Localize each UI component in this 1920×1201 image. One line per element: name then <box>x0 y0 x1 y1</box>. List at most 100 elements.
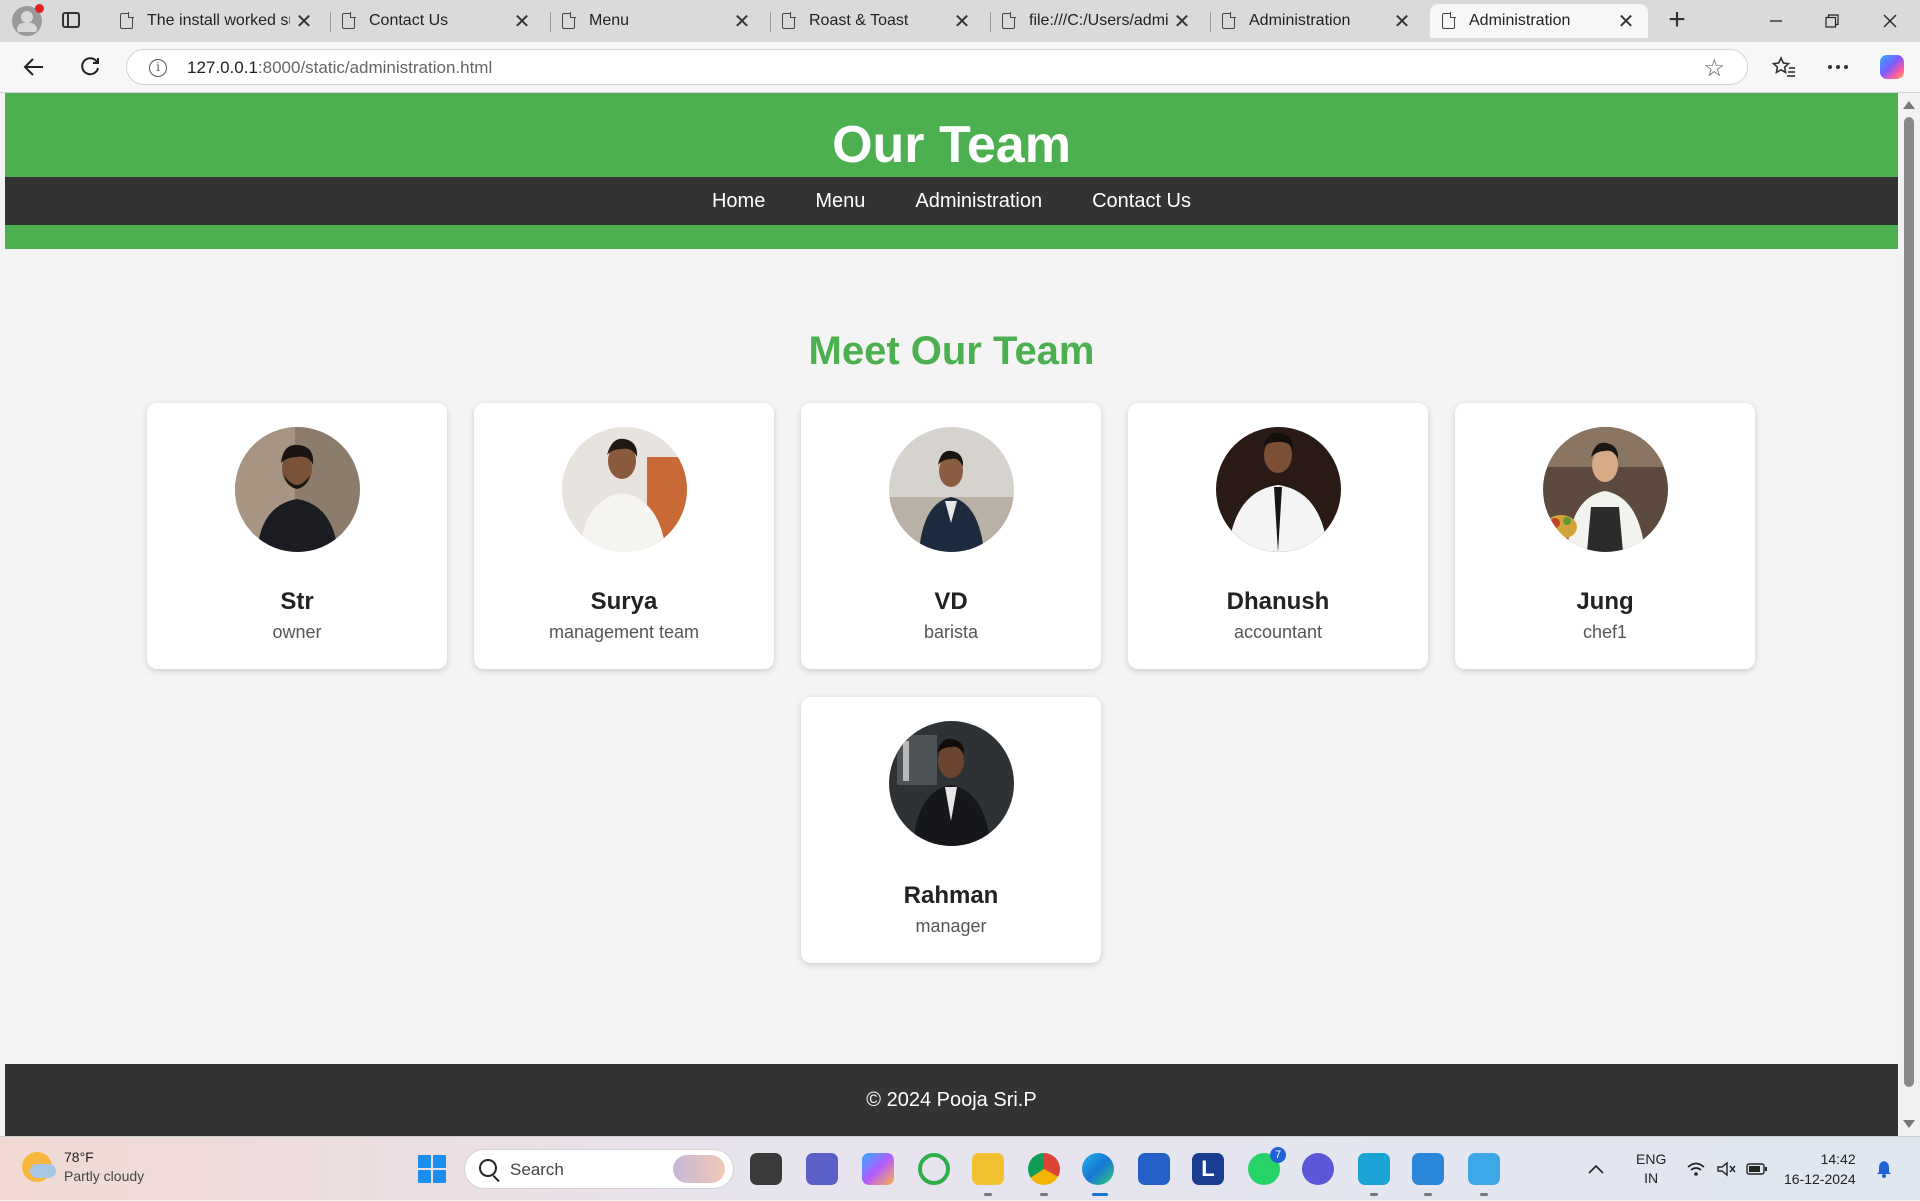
tab-title: file:///C:/Users/admin <box>1029 12 1168 29</box>
url-text[interactable]: 127.0.0.1:8000/static/administration.htm… <box>187 58 492 78</box>
team-member-photo <box>562 427 687 552</box>
show-hidden-icons-chevron-icon[interactable] <box>1588 1137 1604 1201</box>
partly-cloudy-icon <box>22 1151 56 1182</box>
page-viewport: Our Team Home Menu Administration Contac… <box>5 93 1898 1136</box>
more-menu-button[interactable] <box>1816 42 1860 92</box>
page-scrollbar[interactable] <box>1898 93 1920 1136</box>
language-indicator[interactable]: ENG IN <box>1636 1137 1666 1201</box>
running-indicator <box>1040 1193 1048 1196</box>
nav-link-contact[interactable]: Contact Us <box>1092 190 1191 213</box>
close-window-button[interactable] <box>1862 0 1918 42</box>
file-blocked-icon <box>1002 12 1016 29</box>
weather-desc: Partly cloudy <box>64 1168 145 1184</box>
nav-link-menu[interactable]: Menu <box>815 190 865 213</box>
whatsapp-badge: 7 <box>1270 1147 1286 1163</box>
page-icon <box>562 12 576 29</box>
windows-taskbar: 78°F Partly cloudy Search L 7 ENG IN 14:… <box>0 1136 1920 1200</box>
close-tab-icon[interactable]: ✕ <box>508 9 536 34</box>
start-windows-icon[interactable] <box>418 1155 446 1183</box>
store-icon[interactable] <box>1138 1153 1170 1185</box>
volume-muted-icon[interactable] <box>1716 1137 1736 1201</box>
browser-tab[interactable]: Contact Us ✕ <box>330 4 544 38</box>
clock[interactable]: 14:42 16-12-2024 <box>1784 1137 1856 1201</box>
edge-icon[interactable] <box>1082 1153 1114 1185</box>
nav-link-home[interactable]: Home <box>712 190 765 213</box>
page-icon <box>120 12 134 29</box>
copilot-button[interactable] <box>1870 42 1914 92</box>
browser-tab[interactable]: Menu ✕ <box>550 4 764 38</box>
battery-icon[interactable] <box>1746 1137 1768 1201</box>
new-tab-button[interactable]: + <box>1662 4 1692 38</box>
weather-temp: 78°F <box>64 1149 94 1165</box>
browser-tab-strip: The install worked successfully! ✕ Conta… <box>0 0 1920 42</box>
whatsapp-icon[interactable]: 7 <box>1248 1147 1286 1185</box>
restore-button[interactable] <box>1804 0 1860 42</box>
tab-title: Roast & Toast <box>809 12 909 29</box>
tab-actions-icon[interactable] <box>62 12 80 28</box>
copilot-icon <box>1880 55 1904 79</box>
member-name: Dhanush <box>1226 588 1330 615</box>
close-tab-icon[interactable]: ✕ <box>1388 9 1416 34</box>
reload-button[interactable] <box>70 42 110 92</box>
browser-tab-active[interactable]: Administration ✕ <box>1430 4 1648 38</box>
search-icon <box>479 1159 497 1177</box>
running-indicator <box>1424 1193 1432 1196</box>
notepad-icon[interactable] <box>1358 1153 1390 1185</box>
team-card: Str owner <box>147 403 447 669</box>
close-tab-icon[interactable]: ✕ <box>948 9 976 34</box>
team-card: Rahman manager <box>801 697 1101 963</box>
back-button[interactable] <box>14 42 54 92</box>
browser-tab[interactable]: Roast & Toast ✕ <box>770 4 984 38</box>
scroll-down-arrow-icon[interactable] <box>1903 1120 1915 1128</box>
close-tab-icon[interactable]: ✕ <box>1612 9 1640 34</box>
member-name: Str <box>280 588 314 615</box>
notification-bell-icon[interactable] <box>1876 1137 1892 1201</box>
browser-tab[interactable]: Administration ✕ <box>1210 4 1424 38</box>
weather-widget[interactable]: 78°F Partly cloudy <box>22 1149 144 1184</box>
close-tab-icon[interactable]: ✕ <box>728 9 756 34</box>
footer-copyright: © 2024 Pooja Sri.P <box>866 1088 1037 1111</box>
profile-avatar-icon[interactable] <box>12 4 44 36</box>
chrome-icon[interactable] <box>1028 1153 1060 1185</box>
notification-dot <box>35 4 44 13</box>
favorites-button[interactable] <box>1762 42 1806 92</box>
team-card: Dhanush accountant <box>1128 403 1428 669</box>
task-view-icon[interactable] <box>750 1153 782 1185</box>
l-app-icon[interactable]: L <box>1192 1153 1224 1185</box>
browser-tab[interactable]: The install worked successfully! ✕ <box>108 4 326 38</box>
running-indicator <box>984 1193 992 1196</box>
tab-title: Contact Us <box>369 12 449 29</box>
photos-icon[interactable] <box>1468 1153 1500 1185</box>
more-dots-icon <box>1828 65 1848 69</box>
address-bar[interactable]: i 127.0.0.1:8000/static/administration.h… <box>126 49 1748 85</box>
nav-link-administration[interactable]: Administration <box>915 190 1042 213</box>
header-title: Our Team <box>832 116 1071 174</box>
page-icon <box>782 12 796 29</box>
minimize-button[interactable] <box>1748 0 1804 42</box>
member-role: barista <box>923 622 979 642</box>
member-role: chef1 <box>1582 622 1628 642</box>
page-icon <box>1222 12 1236 29</box>
favorite-star-icon[interactable]: ☆ <box>1703 54 1725 83</box>
close-tab-icon[interactable]: ✕ <box>290 9 318 34</box>
member-role: manager <box>915 916 987 936</box>
scroll-up-arrow-icon[interactable] <box>1903 101 1915 109</box>
browser-tab[interactable]: file:///C:/Users/admin ✕ <box>990 4 1204 38</box>
member-name: Rahman <box>903 882 999 909</box>
teams-icon[interactable] <box>806 1153 838 1185</box>
site-info-icon[interactable]: i <box>149 59 167 77</box>
wifi-icon[interactable] <box>1686 1137 1706 1201</box>
page-icon <box>342 12 356 29</box>
file-explorer-icon[interactable] <box>972 1153 1004 1185</box>
team-card: VD barista <box>801 403 1101 669</box>
member-role: accountant <box>1233 622 1323 642</box>
vscode-icon[interactable] <box>1412 1153 1444 1185</box>
refresh-app-icon[interactable] <box>918 1153 950 1185</box>
taskbar-search[interactable]: Search <box>464 1149 734 1189</box>
proton-icon[interactable] <box>1302 1153 1334 1185</box>
running-indicator <box>1370 1193 1378 1196</box>
search-placeholder: Search <box>510 1160 564 1179</box>
scrollbar-thumb[interactable] <box>1904 117 1914 1087</box>
close-tab-icon[interactable]: ✕ <box>1168 9 1196 34</box>
copilot-app-icon[interactable] <box>862 1153 894 1185</box>
